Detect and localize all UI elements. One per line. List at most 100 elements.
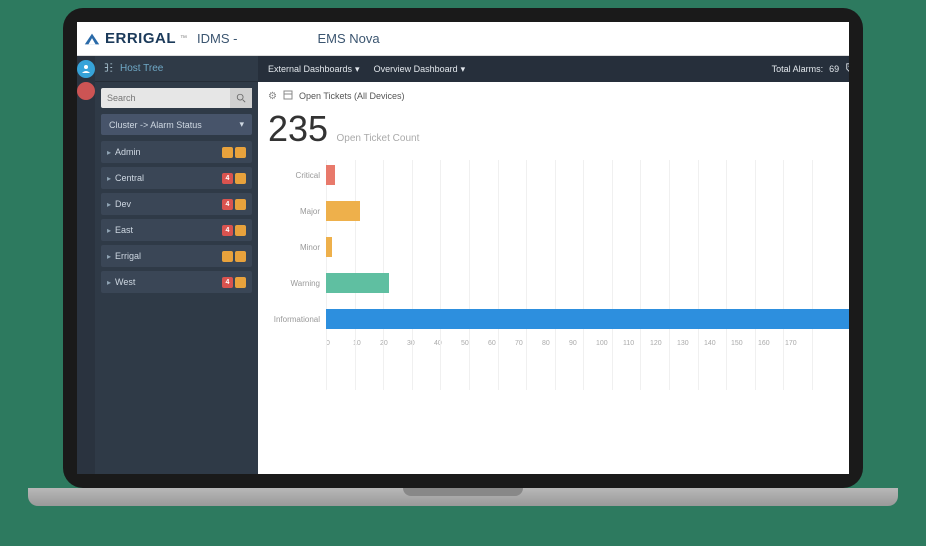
laptop-base	[28, 488, 898, 506]
search-input[interactable]	[101, 88, 230, 108]
tree-item-admin[interactable]: ▸ Admin	[101, 141, 252, 163]
brand-logo[interactable]: ERRIGAL ™	[83, 30, 187, 48]
panel-title: Open Tickets (All Devices)	[299, 91, 405, 101]
tag-icon	[845, 62, 849, 76]
main-area: External Dashboards▾Overview Dashboard▾ …	[258, 56, 849, 474]
tree-item-east[interactable]: ▸East4	[101, 219, 252, 241]
chart-bar[interactable]	[326, 309, 849, 329]
cluster-label: Cluster -> Alarm Status	[109, 120, 202, 130]
tree-item-label: Central	[115, 173, 144, 183]
chart-category-label: Warning	[268, 279, 326, 288]
caret-icon: ▸	[107, 278, 111, 287]
sidebar: Host Tree Cluster -> Alarm Status ▾	[95, 56, 258, 474]
search-box	[101, 88, 252, 108]
chart-row: Major	[268, 196, 849, 226]
chevron-down-icon: ▾	[461, 64, 466, 75]
rail-avatar-1[interactable]	[77, 60, 95, 78]
x-tick: 170	[785, 340, 812, 347]
caret-icon: ▸	[107, 200, 111, 209]
tree-item-central[interactable]: ▸ Central 4	[101, 167, 252, 189]
tree-item-dev[interactable]: ▸Dev4	[101, 193, 252, 215]
page-title: EMS Nova	[317, 31, 379, 46]
x-tick: 50	[461, 340, 488, 347]
total-alarms-value: 69	[829, 64, 839, 74]
bar-chart: CriticalMajorMinorWarningInformational 0…	[268, 160, 849, 410]
chart-bar[interactable]	[326, 201, 360, 221]
x-tick: 90	[569, 340, 596, 347]
x-tick: 40	[434, 340, 461, 347]
x-tick: 110	[623, 340, 650, 347]
nav-item[interactable]: External Dashboards▾	[268, 64, 360, 75]
x-tick: 30	[407, 340, 434, 347]
app-name: IDMS -	[197, 31, 237, 46]
chart-row: Warning	[268, 268, 849, 298]
total-alarms-label: Total Alarms:	[772, 64, 824, 74]
badge-minor	[235, 251, 246, 262]
x-tick: 100	[596, 340, 623, 347]
chevron-down-icon: ▾	[239, 119, 244, 130]
x-tick: 120	[650, 340, 677, 347]
ticket-count: 235	[268, 108, 328, 150]
panel: ⚙ Open Tickets (All Devices) 235 Open Ti…	[258, 82, 849, 474]
x-axis: 0102030405060708090100110120130140150160…	[326, 340, 849, 347]
chart-row: Minor	[268, 232, 849, 262]
nav-item[interactable]: Overview Dashboard▾	[374, 64, 466, 75]
x-tick: 20	[380, 340, 407, 347]
tree-item-west[interactable]: ▸West4	[101, 271, 252, 293]
x-tick: 150	[731, 340, 758, 347]
laptop-notch	[403, 488, 523, 496]
search-icon	[236, 93, 246, 103]
chart-bar[interactable]	[326, 165, 335, 185]
chart-bar[interactable]	[326, 273, 389, 293]
badge-major	[222, 147, 233, 158]
chart-category-label: Critical	[268, 171, 326, 180]
chart-category-label: Major	[268, 207, 326, 216]
x-tick: 140	[704, 340, 731, 347]
brand-name: ERRIGAL	[105, 30, 176, 47]
x-tick: 80	[542, 340, 569, 347]
badge-major	[235, 199, 246, 210]
badge-major	[235, 225, 246, 236]
tree-item-label: West	[115, 277, 135, 287]
search-button[interactable]	[230, 88, 252, 108]
nav-item-label: Overview Dashboard	[374, 64, 458, 74]
sidebar-title: Host Tree	[120, 63, 163, 74]
widget-icon	[283, 90, 293, 102]
tree-icon	[103, 62, 114, 76]
cluster-dropdown[interactable]: Cluster -> Alarm Status ▾	[101, 114, 252, 135]
x-tick: 130	[677, 340, 704, 347]
chart-row: Critical	[268, 160, 849, 190]
badge-critical: 4	[222, 199, 233, 210]
gear-icon[interactable]: ⚙	[268, 91, 277, 102]
x-tick: 60	[488, 340, 515, 347]
badge-critical: 4	[222, 173, 233, 184]
rail-avatar-2[interactable]	[77, 82, 95, 100]
tree-list: ▸Admin▸Central4▸Dev4▸East4▸Errigal▸West4	[95, 141, 258, 293]
chart-category-label: Minor	[268, 243, 326, 252]
caret-icon: ▸	[107, 174, 111, 183]
chart-row: Informational	[268, 304, 849, 334]
badge-major	[235, 173, 246, 184]
badge-major	[222, 251, 233, 262]
caret-icon: ▸	[107, 252, 111, 261]
tree-item-label: East	[115, 225, 133, 235]
chart-category-label: Informational	[268, 315, 326, 324]
left-rail	[77, 56, 95, 474]
caret-icon: ▸	[107, 226, 111, 235]
x-tick: 70	[515, 340, 542, 347]
logo-mark-icon	[83, 30, 101, 48]
brand-tm: ™	[180, 35, 187, 42]
caret-icon: ▸	[107, 148, 111, 157]
ticket-count-label: Open Ticket Count	[337, 133, 420, 144]
chevron-down-icon: ▾	[355, 64, 360, 75]
nav-item-label: External Dashboards	[268, 64, 352, 74]
dashboard-navbar: External Dashboards▾Overview Dashboard▾ …	[258, 56, 849, 82]
x-tick: 160	[758, 340, 785, 347]
user-icon	[81, 64, 91, 74]
laptop-frame: ERRIGAL ™ IDMS - EMS Nova	[28, 8, 898, 538]
tree-item-label: Admin	[115, 147, 141, 157]
tree-item-errigal[interactable]: ▸Errigal	[101, 245, 252, 267]
sidebar-header: Host Tree	[95, 56, 258, 82]
chart-bar[interactable]	[326, 237, 332, 257]
x-tick: 10	[353, 340, 380, 347]
